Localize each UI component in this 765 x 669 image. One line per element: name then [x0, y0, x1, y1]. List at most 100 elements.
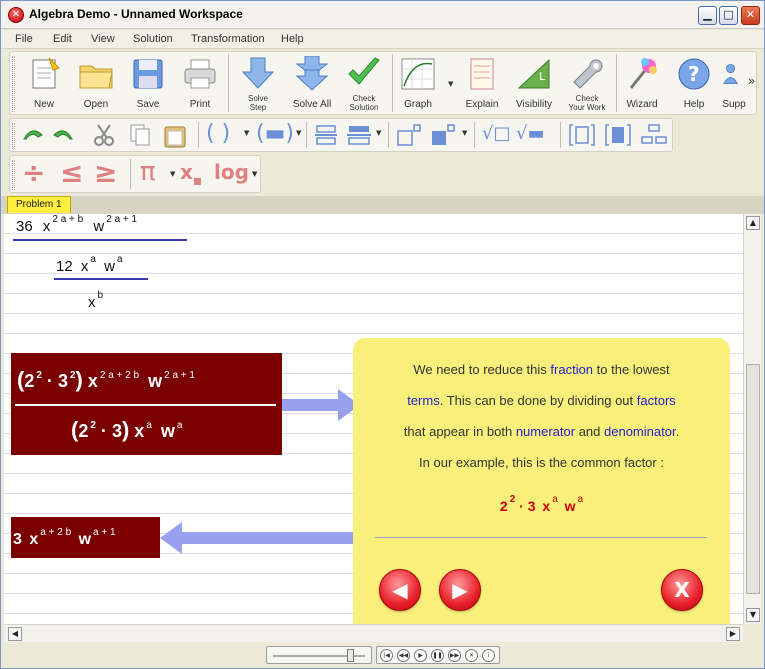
square-root-icon[interactable]: √□ [482, 123, 510, 144]
explain-button[interactable]: Explain [456, 54, 508, 112]
parentheses-icon[interactable]: ( ) [206, 121, 230, 146]
close-window-button[interactable]: ✕ [741, 6, 760, 25]
horizontal-scrollbar[interactable]: ◀ ▶ [4, 624, 743, 642]
callout-divider [375, 537, 707, 538]
save-button[interactable]: Save [122, 54, 174, 112]
previous-step-button[interactable]: ◀ [379, 569, 421, 611]
playback-slider[interactable] [266, 646, 372, 664]
next-step-button[interactable]: ▶ [439, 569, 481, 611]
solve-all-button[interactable]: Solve All [286, 54, 338, 112]
skip-start-icon[interactable]: |◀ [380, 649, 393, 662]
help-button[interactable]: ? Help [668, 54, 720, 112]
graph-button[interactable]: Graph [390, 54, 446, 112]
matrix-filled-icon[interactable] [604, 123, 632, 147]
menu-solution[interactable]: Solution [133, 33, 173, 45]
scroll-right-icon[interactable]: ▶ [726, 627, 740, 641]
support-button[interactable]: Supp [716, 54, 752, 112]
greater-equal-icon[interactable]: ≥ [94, 156, 117, 189]
paste-clipboard-icon[interactable] [162, 123, 188, 149]
menu-file[interactable]: File [15, 33, 33, 45]
exponent-box-icon[interactable] [396, 123, 422, 147]
pi-dropdown-chevron-icon[interactable]: ▼ [170, 170, 175, 178]
highlighted-fraction[interactable]: (2 2 · 3 2) x2 a + 2 b w2 a + 1 (2 2 · 3) x… [11, 353, 282, 455]
close-explanation-button[interactable]: X [661, 569, 703, 611]
common-factor-expression: 22 · 3 xa wa [499, 494, 584, 514]
scroll-up-icon[interactable]: ▲ [746, 216, 760, 230]
menu-help[interactable]: Help [281, 33, 304, 45]
solve-step-button[interactable]: Solve Step [232, 54, 284, 112]
rewind-icon[interactable]: ◀◀ [397, 649, 410, 662]
pause-icon[interactable]: ❚❚ [431, 649, 444, 662]
cut-scissors-icon[interactable] [92, 123, 116, 147]
grid-layout-icon[interactable] [640, 123, 668, 147]
info-icon[interactable]: i [482, 649, 495, 662]
visibility-triangle-icon: L [517, 58, 550, 89]
highlighted-numerator: (2 2 · 3 2) x2 a + 2 b w2 a + 1 [17, 367, 195, 392]
open-button[interactable]: Open [70, 54, 122, 112]
toolbar-grip[interactable] [12, 160, 15, 190]
check-solution-button[interactable]: Check Solution [338, 54, 390, 112]
menu-view[interactable]: View [91, 33, 115, 45]
scroll-left-icon[interactable]: ◀ [8, 627, 22, 641]
media-controls: |◀ ◀◀ ▶ ❚❚ ▶▶ ✕ i [376, 646, 500, 664]
copy-icon[interactable] [128, 123, 152, 147]
slider-thumb[interactable] [347, 649, 354, 662]
exponent-filled-icon[interactable] [430, 123, 456, 147]
visibility-button[interactable]: L Visibility [508, 54, 560, 112]
window-title: Algebra Demo - Unnamed Workspace [29, 7, 243, 21]
toolbar-grip[interactable] [12, 123, 15, 149]
bracket-box-icon[interactable]: (▬) [256, 121, 294, 146]
tab-problem-1[interactable]: Problem 1 [7, 196, 71, 213]
exponent-dropdown-chevron-icon[interactable]: ▼ [462, 129, 467, 137]
matrix-brackets-icon[interactable] [568, 123, 596, 147]
fraction-link[interactable]: fraction [550, 362, 593, 377]
fraction-filled-icon[interactable] [346, 124, 372, 146]
maximize-button[interactable]: □ [719, 6, 738, 25]
new-button[interactable]: New [18, 54, 70, 112]
graph-icon [401, 58, 435, 90]
menu-transformation[interactable]: Transformation [191, 33, 265, 45]
explanation-line-3: that appear in both numerator and denomi… [403, 424, 680, 439]
log-dropdown-chevron-icon[interactable]: ▼ [252, 170, 257, 178]
terms-link[interactable]: terms [407, 393, 440, 408]
middle-numerator: 12 xa wa [56, 254, 123, 275]
print-button[interactable]: Print [174, 54, 226, 112]
toolbar-grip[interactable] [12, 56, 15, 112]
redo-icon[interactable] [50, 123, 76, 147]
factors-link[interactable]: factors [637, 393, 676, 408]
numerator-link[interactable]: numerator [516, 424, 575, 439]
toolbar-area: New Open Save Print Solve Step Solve All… [1, 50, 764, 196]
result-expression[interactable]: 3 xa + 2 b wa + 1 [11, 517, 160, 558]
support-person-icon [723, 64, 739, 84]
help-question-icon: ? [678, 58, 710, 90]
play-icon[interactable]: ▶ [414, 649, 427, 662]
fraction-layout-icon[interactable] [314, 124, 338, 146]
check-your-work-button[interactable]: Check Your Work [560, 54, 614, 112]
graph-dropdown-chevron-icon[interactable]: ▼ [448, 80, 453, 88]
folder-icon [79, 65, 113, 89]
vertical-scrollbar[interactable]: ▲ ▼ [743, 214, 761, 624]
scroll-down-icon[interactable]: ▼ [746, 608, 760, 622]
log-icon[interactable]: log [214, 160, 249, 184]
top-expression: 36 x2 a + b w2 a + 1 [16, 214, 138, 235]
fraction-dropdown-chevron-icon[interactable]: ▼ [376, 129, 381, 137]
arrow-left-icon [160, 522, 358, 554]
undo-icon[interactable] [20, 123, 46, 147]
pi-icon[interactable]: π [140, 157, 156, 187]
menu-edit[interactable]: Edit [53, 33, 72, 45]
new-document-icon [32, 57, 60, 89]
stop-icon[interactable]: ✕ [465, 649, 478, 662]
square-root-filled-icon[interactable]: √▬ [516, 123, 544, 144]
minimize-button[interactable]: ▁ [698, 6, 717, 25]
fast-forward-icon[interactable]: ▶▶ [448, 649, 461, 662]
wizard-button[interactable]: Wizard [616, 54, 668, 112]
denominator-link[interactable]: denominator [604, 424, 676, 439]
less-equal-icon[interactable]: ≤ [60, 156, 83, 189]
toolbar-overflow-chevron-icon[interactable]: » [748, 74, 755, 88]
parentheses-dropdown-chevron-icon[interactable]: ▼ [244, 129, 249, 137]
subscript-icon[interactable]: x▪ [180, 160, 202, 189]
divide-icon[interactable]: ÷ [22, 156, 45, 189]
app-logo-icon: ✕ [8, 7, 24, 23]
bracket-dropdown-chevron-icon[interactable]: ▼ [296, 129, 301, 137]
vertical-scroll-thumb[interactable] [746, 364, 760, 594]
